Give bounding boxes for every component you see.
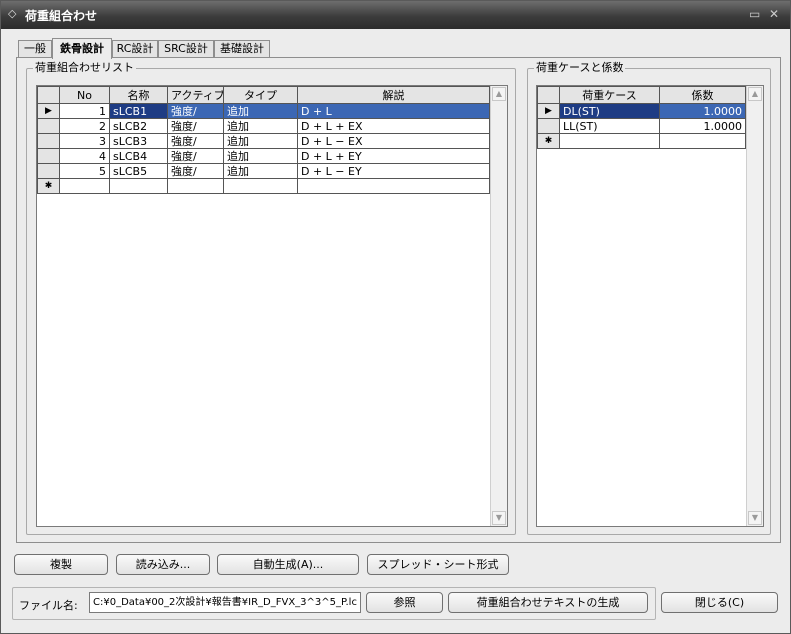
- row-header[interactable]: [37, 133, 60, 149]
- cell-type[interactable]: 追加: [223, 103, 298, 119]
- load-case-group: 荷重ケースと係数 荷重ケース 係数 ▶ DL(ST) 1.0000 LL(ST)…: [527, 61, 771, 535]
- row-header[interactable]: [37, 118, 60, 134]
- combination-grid[interactable]: No 名称 アクティブ タイプ 解説 ▶ 1 sLCB1 強度/ 追加 D + …: [36, 85, 508, 527]
- cell-active[interactable]: [167, 178, 224, 194]
- table-row[interactable]: ▶ 1 sLCB1 強度/ 追加 D + L: [37, 103, 490, 119]
- cell-active[interactable]: 強度/: [167, 103, 224, 119]
- close-button[interactable]: 閉じる(C): [661, 592, 778, 613]
- cell-active[interactable]: 強度/: [167, 133, 224, 149]
- new-row-icon[interactable]: ✱: [537, 133, 560, 149]
- cell-name[interactable]: sLCB5: [109, 163, 168, 179]
- cell-description[interactable]: D + L: [297, 103, 490, 119]
- cell-description[interactable]: D + L + EY: [297, 148, 490, 164]
- cell-name[interactable]: sLCB3: [109, 133, 168, 149]
- window-menu-icon[interactable]: ◇: [8, 7, 16, 20]
- cell-type[interactable]: 追加: [223, 133, 298, 149]
- table-row[interactable]: ▶ DL(ST) 1.0000: [537, 103, 746, 119]
- column-header-name[interactable]: 名称: [109, 86, 168, 104]
- current-row-indicator-icon[interactable]: ▶: [37, 103, 60, 119]
- tab-rc-design[interactable]: RC設計: [112, 40, 158, 58]
- tab-steel-design[interactable]: 鉄骨設計: [52, 38, 112, 59]
- combination-list-title: 荷重組合わせリスト: [33, 61, 136, 75]
- column-header-active[interactable]: アクティブ: [167, 86, 224, 104]
- cell-no[interactable]: [59, 178, 110, 194]
- cell-description[interactable]: D + L − EY: [297, 163, 490, 179]
- row-header-corner: [37, 86, 60, 104]
- cell-no[interactable]: 2: [59, 118, 110, 134]
- tab-general[interactable]: 一般: [18, 40, 52, 58]
- cell-load-case[interactable]: [559, 133, 660, 149]
- cell-name[interactable]: sLCB2: [109, 118, 168, 134]
- new-row[interactable]: ✱: [537, 133, 746, 149]
- cell-name[interactable]: sLCB4: [109, 148, 168, 164]
- load-case-grid[interactable]: 荷重ケース 係数 ▶ DL(ST) 1.0000 LL(ST) 1.0000 ✱…: [536, 85, 764, 527]
- generate-text-button[interactable]: 荷重組合わせテキストの生成: [448, 592, 648, 613]
- cell-no[interactable]: 1: [59, 103, 110, 119]
- row-header-corner: [537, 86, 560, 104]
- column-header-type[interactable]: タイプ: [223, 86, 298, 104]
- file-name-field[interactable]: C:¥0_Data¥00_2次設計¥報告書¥IR_D_FVX_3^3^5_P.l…: [89, 592, 361, 613]
- tab-foundation-design[interactable]: 基礎設計: [214, 40, 270, 58]
- cell-active[interactable]: 強度/: [167, 118, 224, 134]
- cell-active[interactable]: 強度/: [167, 163, 224, 179]
- current-row-indicator-icon[interactable]: ▶: [537, 103, 560, 119]
- cell-type[interactable]: [223, 178, 298, 194]
- row-header[interactable]: [37, 163, 60, 179]
- cell-no[interactable]: 5: [59, 163, 110, 179]
- cell-load-case[interactable]: LL(ST): [559, 118, 660, 134]
- row-header[interactable]: [37, 148, 60, 164]
- load-case-table: 荷重ケース 係数 ▶ DL(ST) 1.0000 LL(ST) 1.0000 ✱: [537, 86, 746, 149]
- load-case-grid-scrollbar[interactable]: ▲ ▼: [746, 86, 763, 526]
- column-header-no[interactable]: No: [59, 86, 110, 104]
- cell-load-case[interactable]: DL(ST): [559, 103, 660, 119]
- cell-description[interactable]: [297, 178, 490, 194]
- cell-active[interactable]: 強度/: [167, 148, 224, 164]
- close-icon[interactable]: ✕: [769, 7, 779, 21]
- cell-factor[interactable]: [659, 133, 746, 149]
- spreadsheet-format-button[interactable]: スプレッド・シート形式: [367, 554, 509, 575]
- load-case-title: 荷重ケースと係数: [534, 61, 626, 75]
- cell-factor[interactable]: 1.0000: [659, 118, 746, 134]
- auto-generate-button[interactable]: 自動生成(A)...: [217, 554, 359, 575]
- cell-type[interactable]: 追加: [223, 163, 298, 179]
- scroll-up-icon[interactable]: ▲: [492, 87, 506, 101]
- cell-no[interactable]: 4: [59, 148, 110, 164]
- table-row[interactable]: 4 sLCB4 強度/ 追加 D + L + EY: [37, 148, 490, 164]
- window-title: 荷重組合わせ: [25, 9, 98, 23]
- cell-factor[interactable]: 1.0000: [659, 103, 746, 119]
- cell-name[interactable]: [109, 178, 168, 194]
- cell-description[interactable]: D + L + EX: [297, 118, 490, 134]
- load-combination-window: ◇ 荷重組合わせ ▭ ✕ 一般 鉄骨設計 RC設計 SRC設計 基礎設計 荷重組…: [0, 0, 791, 634]
- new-row[interactable]: ✱: [37, 178, 490, 194]
- combination-table: No 名称 アクティブ タイプ 解説 ▶ 1 sLCB1 強度/ 追加 D + …: [37, 86, 490, 194]
- import-button[interactable]: 読み込み...: [116, 554, 210, 575]
- cell-no[interactable]: 3: [59, 133, 110, 149]
- table-row[interactable]: 3 sLCB3 強度/ 追加 D + L − EX: [37, 133, 490, 149]
- table-row[interactable]: LL(ST) 1.0000: [537, 118, 746, 134]
- column-header-description[interactable]: 解説: [297, 86, 490, 104]
- cell-type[interactable]: 追加: [223, 148, 298, 164]
- minimize-icon[interactable]: ▭: [749, 7, 760, 21]
- new-row-icon[interactable]: ✱: [37, 178, 60, 194]
- file-name-label: ファイル名:: [19, 599, 78, 612]
- column-header-factor[interactable]: 係数: [659, 86, 746, 104]
- column-header-load-case[interactable]: 荷重ケース: [559, 86, 660, 104]
- table-row[interactable]: 5 sLCB5 強度/ 追加 D + L − EY: [37, 163, 490, 179]
- browse-button[interactable]: 参照: [366, 592, 443, 613]
- table-row[interactable]: 2 sLCB2 強度/ 追加 D + L + EX: [37, 118, 490, 134]
- row-header[interactable]: [537, 118, 560, 134]
- copy-button[interactable]: 複製: [14, 554, 108, 575]
- cell-type[interactable]: 追加: [223, 118, 298, 134]
- cell-name[interactable]: sLCB1: [109, 103, 168, 119]
- combination-list-group: 荷重組合わせリスト No 名称 アクティブ タイプ 解説 ▶ 1 sLCB1 強…: [26, 61, 516, 535]
- scroll-down-icon[interactable]: ▼: [492, 511, 506, 525]
- tab-src-design[interactable]: SRC設計: [158, 40, 214, 58]
- combination-grid-scrollbar[interactable]: ▲ ▼: [490, 86, 507, 526]
- cell-description[interactable]: D + L − EX: [297, 133, 490, 149]
- scroll-down-icon[interactable]: ▼: [748, 511, 762, 525]
- tab-panel: 荷重組合わせリスト No 名称 アクティブ タイプ 解説 ▶ 1 sLCB1 強…: [16, 57, 781, 543]
- scroll-up-icon[interactable]: ▲: [748, 87, 762, 101]
- title-bar: ◇ 荷重組合わせ ▭ ✕: [1, 1, 790, 29]
